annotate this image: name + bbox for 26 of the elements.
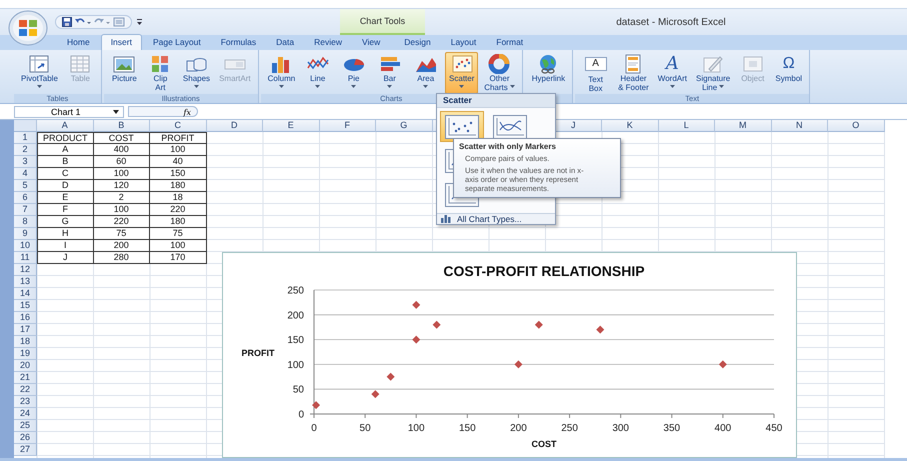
omega-icon: Ω [782,54,795,74]
chart-title: COST-PROFIT RELATIONSHIP [443,263,645,279]
axis-title: COST [532,439,556,449]
tick-label: 200 [510,423,527,434]
tick-label: 200 [287,310,304,322]
context-tab-group: Chart Tools [340,9,425,35]
tick-label: 50 [360,423,371,434]
wordart-icon: A [666,54,679,74]
tick-label: 0 [298,410,304,420]
text-box-icon: A [584,57,607,71]
tooltip-title: Scatter with only Markers [459,142,557,151]
tick-label: 250 [287,286,304,296]
tick-label: 400 [714,423,732,434]
window-title: dataset - Microsoft Excel [615,16,727,28]
tick-label: 150 [287,335,304,346]
tick-label: 300 [612,423,629,434]
tick-label: 150 [459,423,476,434]
tick-label: 100 [408,423,425,434]
tick-label: 350 [663,423,680,434]
tick-label: 100 [287,360,304,371]
menu-title: Scatter [437,94,555,108]
tick-label: 50 [292,384,304,396]
tick-label: 0 [311,423,317,434]
tick-label: 250 [561,423,578,434]
axis-title: PROFIT [242,348,274,358]
tick-label: 450 [766,423,782,434]
